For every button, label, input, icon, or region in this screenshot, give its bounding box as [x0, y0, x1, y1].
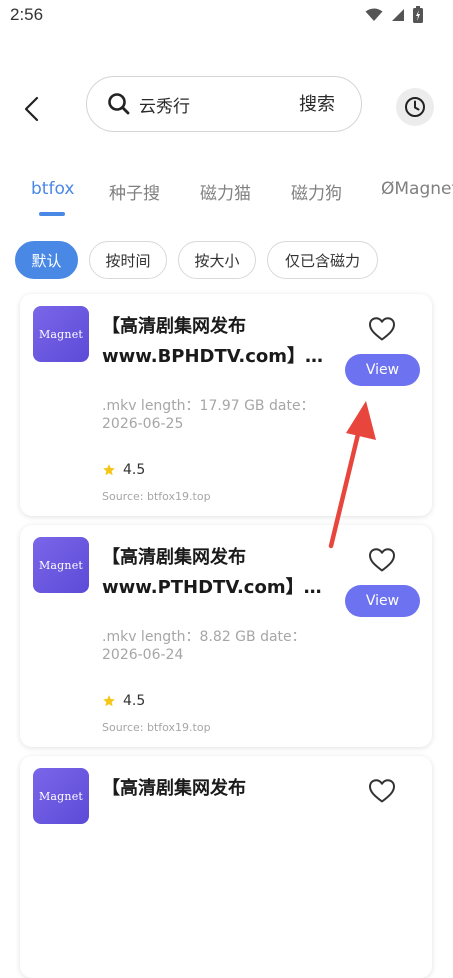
rating-value: 4.5	[123, 462, 146, 478]
result-meta-date: 2026-06-25	[102, 416, 184, 432]
view-button[interactable]: View	[345, 354, 420, 386]
search-input[interactable]	[139, 91, 279, 117]
magnet-thumbnail: Magnet	[33, 306, 89, 362]
result-title-line: 【高清剧集网发布	[102, 778, 246, 799]
tab-cililgou[interactable]: 磁力狗	[291, 179, 342, 204]
history-clock-icon	[405, 97, 425, 117]
result-rating: 4.5	[102, 693, 145, 709]
result-meta: .mkv length：8.82 GB date： 2026-06-24	[102, 628, 342, 664]
result-meta-date: 2026-06-24	[102, 647, 184, 663]
filter-default[interactable]: 默认	[15, 241, 78, 279]
star-icon	[103, 464, 115, 476]
history-button[interactable]	[396, 88, 434, 126]
tab-indicator	[39, 212, 65, 216]
filter-magnet-only[interactable]: 仅已含磁力	[267, 241, 378, 279]
favorite-heart-icon[interactable]	[368, 316, 396, 342]
back-button[interactable]	[16, 92, 46, 126]
signal-icon	[392, 8, 404, 21]
status-icons	[365, 6, 423, 23]
wifi-icon	[365, 8, 383, 21]
status-bar: 2:56	[0, 0, 453, 32]
result-meta: .mkv length：17.97 GB date： 2026-06-25	[102, 397, 342, 433]
result-title-line: 【高清剧集网发布	[102, 547, 246, 568]
star-icon	[103, 695, 115, 707]
search-icon	[108, 93, 130, 115]
favorite-heart-icon[interactable]	[368, 547, 396, 573]
result-source: Source: btfox19.top	[102, 490, 211, 503]
search-box: 搜索	[86, 76, 362, 132]
result-meta-size: .mkv length：8.82 GB date：	[102, 629, 306, 645]
result-title: 【高清剧集网发布	[102, 774, 334, 804]
favorite-heart-icon[interactable]	[368, 778, 396, 804]
view-button[interactable]: View	[345, 585, 420, 617]
filter-by-time[interactable]: 按时间	[89, 241, 167, 279]
result-card[interactable]: Magnet 【高清剧集网发布	[20, 756, 432, 978]
search-button[interactable]: 搜索	[299, 90, 335, 116]
tab-omagnet[interactable]: ØMagnet	[381, 179, 453, 199]
result-rating: 4.5	[102, 462, 145, 478]
tab-btfox[interactable]: btfox	[31, 179, 74, 199]
magnet-thumbnail: Magnet	[33, 537, 89, 593]
magnet-thumbnail: Magnet	[33, 768, 89, 824]
status-time: 2:56	[10, 5, 44, 24]
source-tabs: btfox 种子搜 磁力猫 磁力狗 ØMagnet	[0, 175, 453, 223]
result-title-line: 【高清剧集网发布	[102, 316, 246, 337]
filter-by-size[interactable]: 按大小	[178, 241, 256, 279]
result-title-line: www.BPHDTV.com】云秀行	[102, 346, 334, 367]
result-card[interactable]: Magnet 【高清剧集网发布 www.PTHDTV.com】云秀行 .mkv …	[20, 525, 432, 747]
battery-icon	[413, 6, 423, 23]
tab-cililmao[interactable]: 磁力猫	[200, 179, 251, 204]
result-card[interactable]: Magnet 【高清剧集网发布 www.BPHDTV.com】云秀行 .mkv …	[20, 294, 432, 516]
result-title: 【高清剧集网发布 www.PTHDTV.com】云秀行	[102, 543, 334, 603]
tab-zhongzisou[interactable]: 种子搜	[109, 179, 160, 204]
result-source: Source: btfox19.top	[102, 721, 211, 734]
result-title-line: www.PTHDTV.com】云秀行	[102, 577, 334, 598]
result-title: 【高清剧集网发布 www.BPHDTV.com】云秀行	[102, 312, 334, 372]
back-arrow-icon	[24, 96, 39, 122]
result-meta-size: .mkv length：17.97 GB date：	[102, 398, 315, 414]
rating-value: 4.5	[123, 693, 146, 709]
